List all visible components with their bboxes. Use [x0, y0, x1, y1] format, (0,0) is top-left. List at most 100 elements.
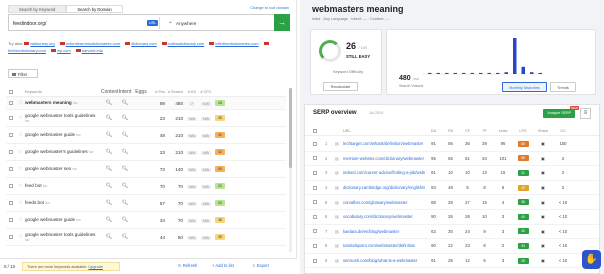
- keyword-cell[interactable]: google webmaster's guidelines kw: [25, 149, 101, 155]
- row-checkbox[interactable]: [6, 235, 16, 239]
- analyze-serp-button[interactable]: Analyze SERP: [543, 109, 575, 118]
- keyword-cell[interactable]: google webmaster tools guidelines kw: [25, 113, 101, 124]
- try-also-link[interactable]: dictionary.com: [131, 41, 157, 46]
- share-icon[interactable]: ▣: [533, 243, 553, 248]
- content-search-icon[interactable]: 🔍︎: [101, 115, 117, 121]
- refresh-button[interactable]: ↻ Refresh: [178, 263, 197, 268]
- serp-col-pa[interactable]: PA: [442, 129, 459, 133]
- serp-row[interactable]: 8 ▤ tutorialspoint.com/webmaster/definitio…: [305, 239, 599, 254]
- star-icon[interactable]: ☆: [16, 217, 25, 223]
- serp-col-tf[interactable]: TF: [476, 129, 493, 133]
- keyword-cell[interactable]: google webmaster tools guidelines kw: [25, 232, 101, 243]
- col-cpc[interactable]: # CPC: [199, 90, 213, 94]
- col-pos[interactable]: # Pos: [149, 90, 167, 94]
- intent-search-icon[interactable]: 🔍︎: [117, 100, 133, 106]
- star-icon[interactable]: ☆: [16, 132, 25, 138]
- upgrade-link[interactable]: Upgrade: [88, 265, 103, 269]
- content-search-icon[interactable]: 🔍︎: [101, 149, 117, 155]
- serp-row-checkbox[interactable]: [305, 243, 325, 248]
- serp-url[interactable]: tutorialspoint.com/webmaster/definition: [343, 243, 425, 248]
- serp-row-checkbox[interactable]: [305, 258, 325, 263]
- row-checkbox[interactable]: [6, 201, 16, 205]
- row-checkbox[interactable]: [6, 116, 16, 120]
- star-icon[interactable]: ☆: [16, 149, 25, 155]
- serp-url[interactable]: techtarget.com/whatis/definition/webmast…: [343, 141, 425, 146]
- search-go-button[interactable]: →: [274, 14, 290, 31]
- try-also-link[interactable]: harvard.edu: [82, 48, 103, 53]
- star-icon[interactable]: ☆: [16, 183, 25, 189]
- serp-row[interactable]: 2 ▤ merriam-webster.com/dictionary/webmast…: [305, 152, 599, 167]
- col-search[interactable]: # Search: [167, 90, 185, 94]
- menu-icon[interactable]: ≡: [580, 108, 591, 119]
- serp-col-da[interactable]: DA: [425, 129, 442, 133]
- serp-url[interactable]: merriam-webster.com/dictionary/webmaster: [343, 156, 425, 161]
- share-icon[interactable]: ▣: [533, 200, 553, 205]
- col-kd[interactable]: # KD: [185, 90, 199, 94]
- serp-row[interactable]: 6 ▤ vocabulary.com/dictionary/webmaster 90 2…: [305, 210, 599, 225]
- try-also-link[interactable]: infinitivedictionaries.com: [215, 41, 258, 46]
- recalculate-button[interactable]: Recalculate: [323, 82, 358, 91]
- add-to-list-button[interactable]: + Add to list: [212, 263, 234, 268]
- try-also-link[interactable]: wp.com: [57, 48, 71, 53]
- serp-url[interactable]: dictionary.cambridge.org/dictionary/engl…: [343, 185, 425, 190]
- row-checkbox[interactable]: [6, 101, 16, 105]
- row-checkbox[interactable]: [6, 133, 16, 137]
- table-row[interactable]: ☆ feed bot kw 🔍︎ 🔍︎ 70 70 N/A N/A 20: [6, 178, 286, 195]
- share-icon[interactable]: ▣: [533, 141, 553, 146]
- keyword-cell[interactable]: feed bot kw: [25, 183, 101, 189]
- table-row[interactable]: ☆ google webmaster's guidelines kw 🔍︎ 🔍︎ 23 2…: [6, 144, 286, 161]
- intent-search-icon[interactable]: 🔍︎: [117, 166, 133, 172]
- serp-col-cf[interactable]: CF: [459, 129, 476, 133]
- intent-search-icon[interactable]: 🔍︎: [117, 132, 133, 138]
- intent-search-icon[interactable]: 🔍︎: [117, 183, 133, 189]
- serp-row[interactable]: 4 ▤ dictionary.cambridge.org/dictionary/en…: [305, 181, 599, 196]
- table-row[interactable]: ☆ google webmaster guide kw 🔍︎ 🔍︎ 48 210 N/A N/…: [6, 127, 286, 144]
- share-icon[interactable]: ▣: [533, 258, 553, 263]
- share-icon[interactable]: ▣: [533, 156, 553, 161]
- monthly-searches-button[interactable]: Monthly Searches: [502, 82, 547, 92]
- serp-row-checkbox[interactable]: [305, 156, 325, 161]
- serp-url[interactable]: vocabulary.com/dictionary/webmaster: [343, 214, 425, 219]
- content-search-icon[interactable]: 🔍︎: [101, 234, 117, 240]
- try-also-link[interactable]: collinsdictionary.com: [168, 41, 205, 46]
- try-also-link[interactable]: wiktionary.org: [30, 41, 54, 46]
- table-row[interactable]: ☆ google webmaster seo kw 🔍︎ 🔍︎ 72 140 N/A N/A 4…: [6, 161, 286, 178]
- col-intent[interactable]: Intent: [117, 89, 133, 95]
- tab-search-by-keyword[interactable]: Search by Keyword: [8, 5, 67, 13]
- keyword-cell[interactable]: google webmaster guide kw: [25, 132, 101, 138]
- serp-row-checkbox[interactable]: [305, 229, 325, 234]
- col-eggs[interactable]: Eggs: [133, 89, 149, 95]
- export-button[interactable]: ⇩ Export: [252, 263, 269, 268]
- content-search-icon[interactable]: 🔍︎: [101, 132, 117, 138]
- table-row[interactable]: ☆ google webmaster tools guidelines kw 🔍︎ 🔍…: [6, 110, 286, 127]
- share-icon[interactable]: ▣: [533, 170, 553, 175]
- search-input[interactable]: feedindoor.org/: [13, 21, 46, 27]
- col-content[interactable]: Content: [101, 89, 119, 95]
- serp-select-all-checkbox[interactable]: [305, 129, 325, 133]
- intent-search-icon[interactable]: 🔍︎: [117, 115, 133, 121]
- serp-row-checkbox[interactable]: [305, 185, 325, 190]
- serp-row-checkbox[interactable]: [305, 214, 325, 219]
- keyword-cell[interactable]: google webmaster guide kw: [25, 217, 101, 223]
- serp-url[interactable]: semrush.com/blog/what-is-a-webmaster: [343, 258, 425, 263]
- table-scrollbar[interactable]: [289, 88, 292, 252]
- col-keywords[interactable]: Keywords: [25, 90, 101, 95]
- row-checkbox[interactable]: [6, 184, 16, 188]
- star-icon[interactable]: ☆: [16, 200, 25, 206]
- intent-search-icon[interactable]: 🔍︎: [117, 200, 133, 206]
- url-badge[interactable]: URL: [147, 20, 159, 26]
- change-root-domain-link[interactable]: Change to root domain: [250, 6, 289, 10]
- intent-search-icon[interactable]: 🔍︎: [117, 234, 133, 240]
- content-search-icon[interactable]: 🔍︎: [101, 183, 117, 189]
- star-icon[interactable]: ☆: [16, 166, 25, 172]
- serp-row[interactable]: 7 ▤ kaelara.de/en/blog/webmaster 62 30 24 9 3 30…: [305, 225, 599, 240]
- try-also-link[interactable]: oxfordlearnersdictionaries.com: [66, 41, 120, 46]
- serp-col-lps[interactable]: LPS: [513, 129, 533, 133]
- table-row[interactable]: ☆ feeds bot kw 🔍︎ 🔍︎ 57 70 N/A N/A 20: [6, 195, 286, 212]
- serp-row-checkbox[interactable]: [305, 141, 325, 146]
- share-icon[interactable]: ▣: [533, 185, 553, 190]
- tab-search-by-domain[interactable]: Search by Domain: [66, 5, 123, 13]
- serp-url[interactable]: corvalher.com/glossary/webmaster: [343, 200, 425, 205]
- serp-col-share[interactable]: Share: [533, 129, 553, 133]
- serp-row[interactable]: 5 ▤ corvalher.com/glossary/webmaster 88 28 27…: [305, 195, 599, 210]
